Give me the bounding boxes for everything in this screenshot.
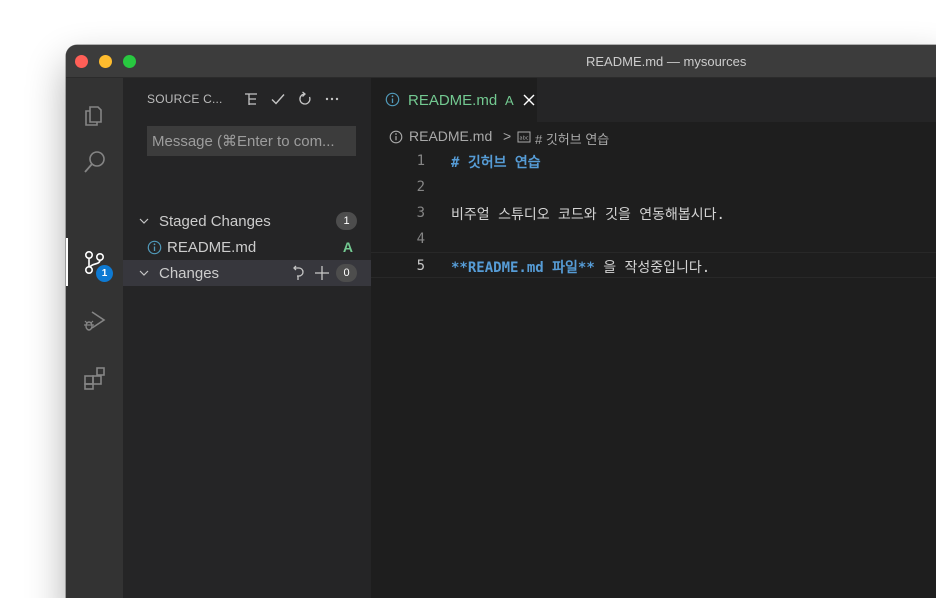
- line-number: 4: [416, 231, 425, 247]
- code-line[interactable]: 4: [371, 226, 936, 252]
- info-icon: [389, 130, 403, 144]
- staged-changes-group[interactable]: Staged Changes 1: [123, 208, 371, 234]
- chevron-down-icon: [139, 218, 149, 224]
- source-control-sidebar: SOURCE C... Message (⌘Enter to com... St…: [123, 78, 371, 598]
- sidebar-title: SOURCE C...: [147, 92, 223, 106]
- code-line[interactable]: 1 # 깃허브 연습: [371, 148, 936, 174]
- line-number: 1: [416, 153, 425, 169]
- activity-bar: 1: [66, 78, 123, 598]
- files-icon: [84, 106, 102, 126]
- tab-bar: README.md A: [371, 78, 936, 122]
- info-icon: [385, 92, 400, 107]
- more-actions-button[interactable]: [322, 89, 342, 109]
- changes-count-badge: 0: [336, 264, 357, 282]
- line-text: 비주얼 스튜디오 코드와 깃을 연동해봅시다.: [451, 207, 725, 223]
- breadcrumb-symbol[interactable]: # 깃허브 연습: [535, 129, 609, 148]
- tab-label: README.md: [408, 92, 498, 109]
- line-number: 5: [416, 258, 425, 274]
- commit-check-icon: [271, 94, 285, 105]
- changes-label: Changes: [159, 264, 220, 282]
- bold-text: **README.md 파일**: [451, 260, 595, 276]
- activity-search[interactable]: [66, 138, 123, 186]
- staged-changes-label: Staged Changes: [159, 212, 271, 230]
- code-line[interactable]: 3 비주얼 스튜디오 코드와 깃을 연동해봅시다.: [371, 200, 936, 226]
- discard-icon: [293, 265, 304, 280]
- string-symbol-icon: abc: [517, 131, 531, 143]
- run-debug-icon: [83, 311, 105, 331]
- editor-area: README.md A README.md > abc # 깃허브 연습 1 #…: [371, 78, 936, 598]
- tab-status-added: A: [505, 93, 514, 108]
- activity-run-debug[interactable]: [66, 296, 123, 344]
- plus-icon: [315, 266, 329, 280]
- chevron-down-icon: [139, 270, 149, 276]
- plain-text: 을 작성중입니다.: [594, 260, 711, 276]
- stage-all-button[interactable]: [313, 264, 331, 282]
- staged-file-name: README.md: [167, 238, 257, 256]
- tab-readme[interactable]: README.md A: [371, 78, 537, 122]
- code-line[interactable]: 2: [371, 174, 936, 200]
- view-as-tree-button[interactable]: [241, 89, 261, 109]
- code-line-current[interactable]: 5 **README.md 파일** 을 작성중입니다.: [371, 252, 936, 278]
- close-window-button[interactable]: [75, 55, 88, 68]
- activity-explorer[interactable]: [66, 90, 123, 138]
- close-icon[interactable]: [521, 92, 537, 108]
- sidebar-header: SOURCE C...: [123, 78, 371, 122]
- discard-all-button[interactable]: [289, 264, 307, 282]
- line-number: 3: [416, 205, 425, 221]
- zoom-window-button[interactable]: [123, 55, 136, 68]
- source-control-badge: 1: [96, 265, 113, 282]
- file-status-added: A: [342, 239, 353, 255]
- window-title: README.md — mysources: [586, 54, 747, 69]
- staged-file-item[interactable]: README.md A: [123, 234, 371, 260]
- title-bar: README.md — mysources: [66, 45, 936, 78]
- minimize-window-button[interactable]: [99, 55, 112, 68]
- commit-message-input[interactable]: [147, 126, 356, 156]
- activity-source-control[interactable]: 1: [66, 238, 123, 286]
- refresh-icon: [299, 91, 311, 105]
- changes-group[interactable]: Changes 0: [123, 260, 371, 286]
- svg-text:abc: abc: [520, 136, 529, 142]
- extensions-icon: [83, 367, 105, 390]
- vscode-window: README.md — mysources 1 SOURCE C... Mess…: [66, 45, 936, 598]
- line-text: **README.md 파일** 을 작성중입니다.: [451, 257, 710, 277]
- refresh-button[interactable]: [295, 89, 315, 109]
- more-actions-icon: [325, 97, 339, 101]
- line-number: 2: [416, 179, 425, 195]
- breadcrumb-file[interactable]: README.md: [409, 128, 492, 144]
- line-text: # 깃허브 연습: [451, 155, 541, 171]
- commit-button[interactable]: [268, 89, 288, 109]
- search-icon: [83, 151, 105, 173]
- activity-extensions[interactable]: [66, 354, 123, 402]
- staged-count-badge: 1: [336, 212, 357, 230]
- breadcrumb-separator: >: [503, 128, 512, 144]
- info-icon: [147, 240, 162, 254]
- view-as-tree-icon: [245, 93, 257, 105]
